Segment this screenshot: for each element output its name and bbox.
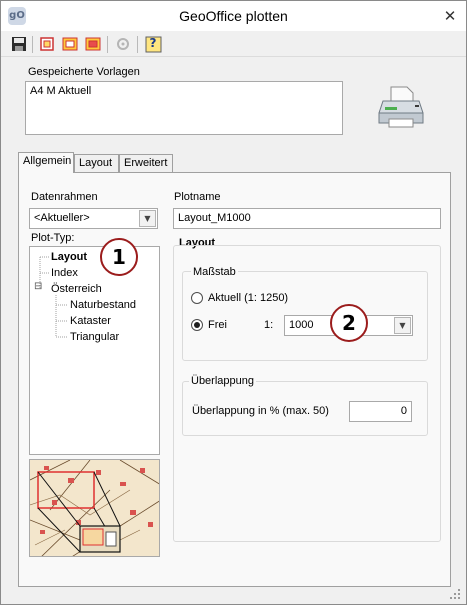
chevron-down-icon[interactable]: ▼ bbox=[139, 210, 156, 227]
plot-dialog: gO GeoOffice plotten ✕ ? Gespeicherte Vo… bbox=[0, 0, 467, 605]
settings-disabled-icon[interactable] bbox=[114, 35, 132, 53]
title-bar: gO GeoOffice plotten ✕ bbox=[1, 1, 466, 31]
window-title: GeoOffice plotten bbox=[179, 8, 288, 24]
callout-2: 2 bbox=[330, 304, 368, 342]
chevron-down-icon[interactable]: ▼ bbox=[394, 317, 411, 334]
templates-label: Gespeicherte Vorlagen bbox=[28, 66, 140, 78]
radio-aktuell-label: Aktuell (1: 1250) bbox=[208, 292, 289, 304]
resize-grip-icon[interactable] bbox=[449, 588, 461, 600]
help-icon[interactable]: ? bbox=[144, 35, 162, 53]
save-icon[interactable] bbox=[10, 35, 28, 53]
overlap-value: 0 bbox=[400, 405, 407, 417]
layout-open-icon[interactable] bbox=[61, 35, 79, 53]
tab-layout[interactable]: Layout bbox=[74, 154, 119, 173]
tree-item-index[interactable]: Index bbox=[51, 267, 78, 279]
radio-frei-label: Frei bbox=[208, 319, 227, 331]
massstab-title: Maßstab bbox=[191, 266, 238, 278]
tree-item-layout[interactable]: Layout bbox=[51, 251, 87, 263]
scale-value: 1000 bbox=[289, 319, 314, 331]
datenrahmen-label: Datenrahmen bbox=[31, 191, 98, 203]
overlap-title: Überlappung bbox=[189, 375, 256, 387]
radio-selected-dot bbox=[194, 322, 200, 328]
overlap-label: Überlappung in % (max. 50) bbox=[192, 405, 329, 417]
radio-frei[interactable] bbox=[191, 319, 203, 331]
datenrahmen-value: <Aktueller> bbox=[34, 212, 90, 224]
close-button[interactable]: ✕ bbox=[440, 6, 460, 26]
datenrahmen-select[interactable]: <Aktueller> ▼ bbox=[29, 208, 158, 229]
help-glyph: ? bbox=[149, 36, 157, 50]
callout-1: 1 bbox=[100, 238, 138, 276]
templates-list[interactable]: A4 M Aktuell bbox=[25, 81, 343, 135]
scale-ratio-prefix: 1: bbox=[264, 319, 274, 331]
map-preview bbox=[29, 459, 160, 557]
tab-erweitert[interactable]: Erweitert bbox=[119, 154, 173, 173]
layout-delete-icon[interactable] bbox=[84, 35, 102, 53]
plotname-label: Plotname bbox=[174, 191, 221, 203]
toolbar: ? bbox=[1, 32, 466, 57]
tree-item-kataster[interactable]: Kataster bbox=[70, 315, 111, 327]
tree-item-oesterreich[interactable]: Österreich bbox=[51, 283, 102, 295]
printer-icon[interactable] bbox=[377, 83, 425, 131]
collapse-icon[interactable]: ⊟ bbox=[34, 281, 42, 292]
plotname-input[interactable]: Layout_M1000 bbox=[173, 208, 441, 229]
overlap-input[interactable]: 0 bbox=[349, 401, 412, 422]
tab-allgemein[interactable]: Allgemein bbox=[18, 152, 74, 173]
plottyp-label: Plot-Typ: bbox=[31, 232, 75, 244]
tree-item-triangular[interactable]: Triangular bbox=[70, 331, 119, 343]
list-item[interactable]: A4 M Aktuell bbox=[30, 85, 91, 97]
tree-item-naturbestand[interactable]: Naturbestand bbox=[70, 299, 136, 311]
select-extent-icon[interactable] bbox=[38, 35, 56, 53]
plottyp-tree[interactable]: Layout Index ⊟ Österreich Naturbestand K… bbox=[29, 246, 160, 455]
radio-aktuell[interactable] bbox=[191, 292, 203, 304]
plotname-value: Layout_M1000 bbox=[178, 212, 251, 224]
